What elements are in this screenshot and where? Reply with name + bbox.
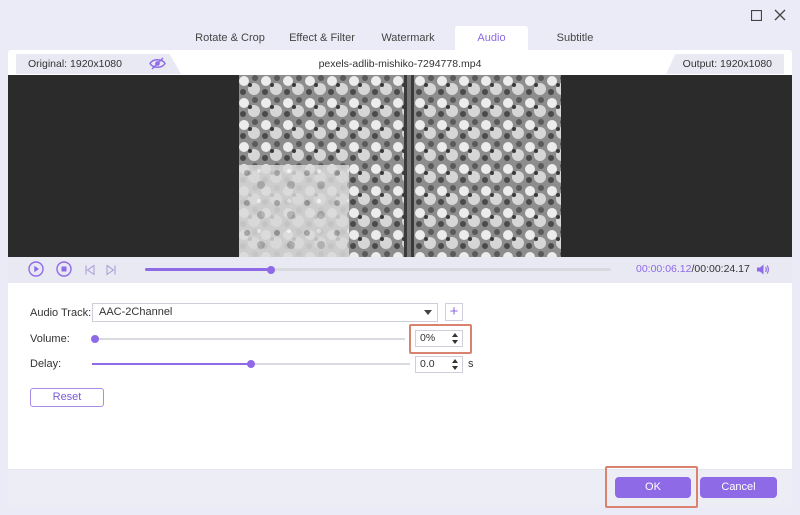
volume-label: Volume: (30, 333, 70, 345)
delay-down-icon[interactable] (452, 366, 458, 370)
delay-value: 0.0 (420, 358, 435, 370)
tab-subtitle[interactable]: Subtitle (535, 26, 615, 50)
previous-frame-icon[interactable] (84, 263, 96, 281)
delay-stepper[interactable]: 0.0 (415, 356, 463, 373)
add-audio-track-button[interactable]: + (445, 303, 463, 321)
volume-highlight-box (409, 324, 472, 354)
video-frame (239, 75, 561, 257)
close-icon[interactable] (771, 7, 789, 23)
audio-track-select[interactable]: AAC-2Channel (92, 303, 438, 322)
time-display: 00:00:06.12/00:00:24.17 (636, 263, 750, 275)
tab-effect-filter[interactable]: Effect & Filter (282, 26, 362, 50)
delay-slider-handle[interactable] (247, 360, 255, 368)
volume-slider[interactable] (91, 335, 405, 343)
video-preview (8, 75, 792, 257)
tab-rotate-crop[interactable]: Rotate & Crop (190, 26, 270, 50)
delay-up-icon[interactable] (452, 359, 458, 363)
next-frame-icon[interactable] (105, 263, 117, 281)
reset-button[interactable]: Reset (30, 388, 104, 407)
total-time: 00:00:24.17 (694, 263, 750, 275)
audio-track-label: Audio Track: (30, 307, 92, 319)
delay-unit: s (468, 358, 474, 370)
player-controls: 00:00:06.12/00:00:24.17 (8, 257, 792, 283)
delay-slider-fill (92, 363, 251, 365)
progress-bar[interactable] (145, 265, 611, 274)
stop-icon[interactable] (56, 261, 72, 282)
volume-icon[interactable] (756, 263, 770, 281)
progress-fill (145, 268, 271, 271)
info-bar: Original: 1920x1080 pexels-adlib-mishiko… (8, 54, 792, 74)
ok-highlight-box (605, 466, 698, 508)
tab-bar: Rotate & Crop Effect & Filter Watermark … (0, 26, 800, 50)
audio-track-value: AAC-2Channel (99, 306, 173, 318)
tab-audio[interactable]: Audio (455, 26, 528, 50)
delay-label: Delay: (30, 358, 62, 370)
chevron-down-icon (424, 310, 432, 315)
cancel-button[interactable]: Cancel (700, 477, 777, 498)
progress-handle[interactable] (267, 265, 275, 274)
output-resolution: Output: 1920x1080 (666, 54, 784, 74)
maximize-icon[interactable] (747, 7, 765, 23)
tab-watermark[interactable]: Watermark (368, 26, 448, 50)
current-time: 00:00:06.12 (636, 263, 692, 275)
play-icon[interactable] (28, 261, 44, 282)
edit-dialog: Rotate & Crop Effect & Filter Watermark … (0, 0, 800, 515)
delay-slider[interactable] (92, 360, 410, 368)
volume-slider-handle[interactable] (91, 335, 99, 343)
